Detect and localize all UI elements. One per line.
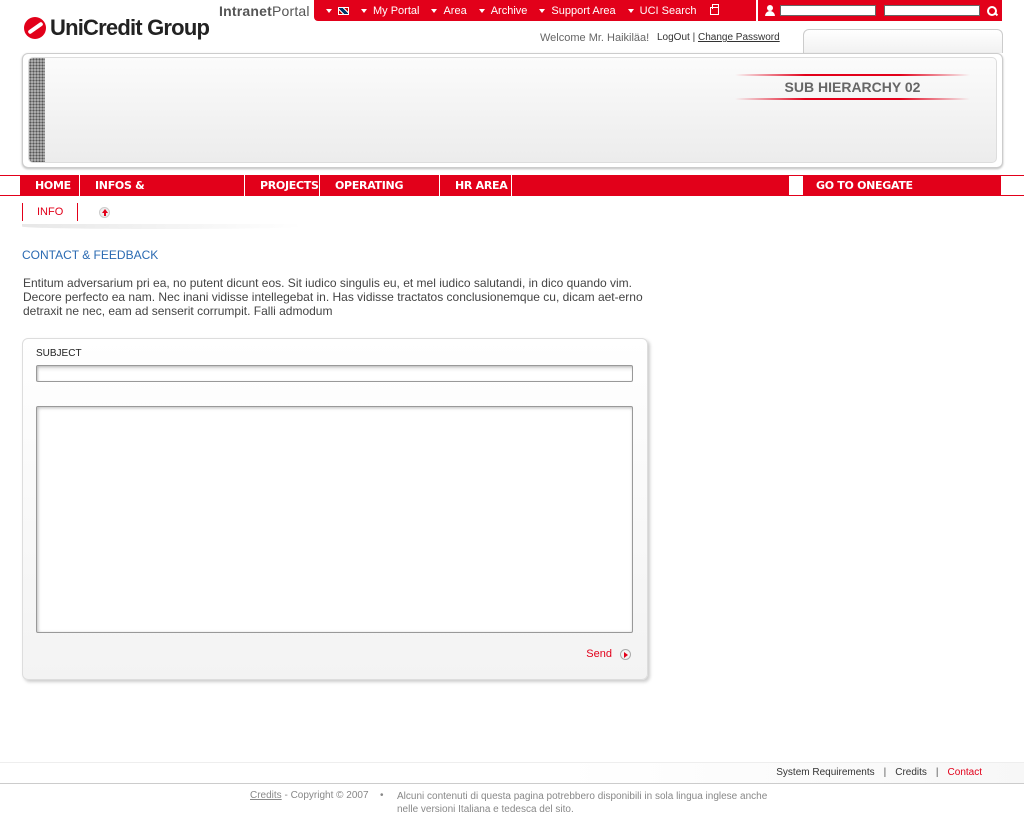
arrow-right-icon xyxy=(620,648,631,660)
contact-link[interactable]: Contact xyxy=(948,767,982,778)
mainnav-infos-communications[interactable]: INFOS & COMMUNICATIONS xyxy=(80,175,245,213)
chevron-down-icon xyxy=(326,8,332,13)
banner-title-wrap: SUB HIERARCHY 02 xyxy=(735,74,970,100)
separator: | xyxy=(883,767,887,778)
topnav-uci-search[interactable]: UCI Search xyxy=(627,4,697,17)
credits-link[interactable]: Credits xyxy=(895,767,927,778)
subject-input[interactable] xyxy=(36,365,633,382)
topnav-archive[interactable]: Archive xyxy=(478,4,528,17)
system-requirements-link[interactable]: System Requirements xyxy=(776,767,874,778)
print-icon[interactable] xyxy=(710,3,720,15)
header-tab xyxy=(803,29,1003,53)
footer-copyright: Credits - Copyright © 2007 xyxy=(250,790,369,801)
separator: | xyxy=(692,32,696,43)
user-input[interactable] xyxy=(780,5,876,16)
intranet-portal-label: IntranetPortal xyxy=(219,3,310,19)
mainnav-hr-area[interactable]: HR AREA xyxy=(440,175,512,196)
chevron-down-icon xyxy=(478,8,485,13)
top-navigation: My Portal Area Archive Support Area UCI … xyxy=(314,0,756,21)
mainnav-operating-tools[interactable]: OPERATING TOOLS xyxy=(320,175,440,213)
subject-label: SUBJECT xyxy=(36,348,82,359)
arrow-up-icon[interactable] xyxy=(99,206,111,218)
intro-text: Entitum adversarium pri ea, no putent di… xyxy=(23,276,643,318)
portal-suffix: Portal xyxy=(271,3,310,19)
topnav-label: My Portal xyxy=(373,4,420,17)
search-input[interactable] xyxy=(884,5,980,16)
mainnav-projects[interactable]: PROJECTS xyxy=(245,175,320,196)
account-links: LogOut | Change Password xyxy=(657,32,780,43)
banner-dot-pattern xyxy=(29,58,45,162)
chevron-down-icon xyxy=(431,8,438,13)
footer-bullet: • xyxy=(380,790,384,801)
banner-title: SUB HIERARCHY 02 xyxy=(784,79,921,95)
topnav-label: Archive xyxy=(490,4,528,17)
go-to-onegate-button[interactable]: GO TO ONEGATE xyxy=(803,175,1001,196)
logout-link[interactable]: LogOut xyxy=(657,32,690,43)
uk-flag-icon xyxy=(338,6,349,15)
footer-links: System Requirements | Credits | Contact xyxy=(776,767,982,778)
copyright-text: - Copyright © 2007 xyxy=(281,790,369,801)
topnav-my-portal[interactable]: My Portal xyxy=(361,5,419,17)
header-banner: SUB HIERARCHY 02 xyxy=(22,53,1003,168)
main-navigation: HOME INFOS & COMMUNICATIONS PROJECTS OPE… xyxy=(20,175,789,213)
separator: | xyxy=(935,767,939,778)
footer-note: Alcuni contenuti di questa pagina potreb… xyxy=(397,791,768,815)
topnav-label: UCI Search xyxy=(639,4,697,17)
unicredit-logo-icon xyxy=(24,17,46,39)
topnav-label: Area xyxy=(443,4,467,17)
page-title: CONTACT & FEEDBACK xyxy=(22,248,159,262)
chevron-down-icon xyxy=(361,8,367,13)
chevron-down-icon xyxy=(539,8,546,13)
footer-credits-link[interactable]: Credits xyxy=(250,790,282,801)
subnav-info[interactable]: INFO xyxy=(22,203,79,221)
welcome-message: Welcome Mr. Haikiläa! xyxy=(540,32,650,44)
chevron-down-icon xyxy=(627,8,634,13)
topnav-label: Support Area xyxy=(551,4,616,17)
portal-prefix: Intranet xyxy=(219,3,272,19)
login-search-strip xyxy=(758,0,1002,21)
user-icon xyxy=(764,4,776,17)
search-icon[interactable] xyxy=(987,5,997,16)
language-selector[interactable] xyxy=(326,6,349,15)
banner-inner: SUB HIERARCHY 02 xyxy=(28,57,997,163)
sub-navigation: INFO xyxy=(22,202,111,222)
feedback-form: SUBJECT Send xyxy=(22,338,648,680)
topnav-support-area[interactable]: Support Area xyxy=(539,4,616,17)
mainnav-home[interactable]: HOME xyxy=(20,175,80,196)
send-label: Send xyxy=(586,648,612,660)
message-textarea[interactable] xyxy=(36,406,633,633)
send-button[interactable]: Send xyxy=(586,648,631,660)
subnav-shadow xyxy=(22,224,302,229)
topnav-area[interactable]: Area xyxy=(431,4,467,17)
change-password-link[interactable]: Change Password xyxy=(698,32,780,43)
brand-name: UniCredit Group xyxy=(50,15,210,40)
unicredit-logo[interactable]: UniCredit Group xyxy=(24,13,210,43)
